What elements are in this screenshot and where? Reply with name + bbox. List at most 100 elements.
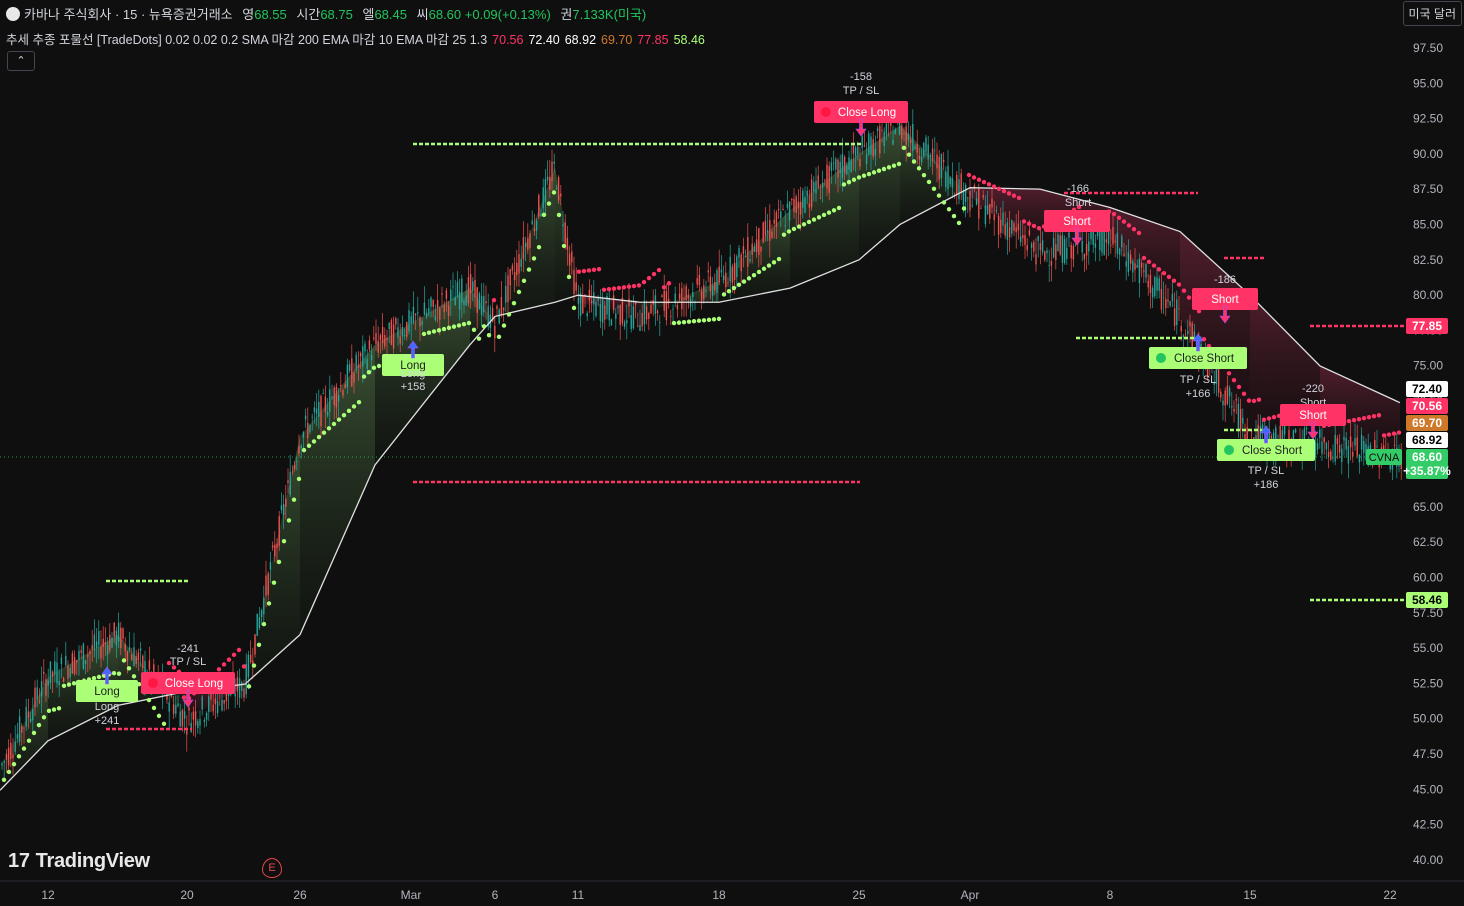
candle-body [617,306,619,309]
sar-dot [1021,219,1027,224]
candle-body [507,275,509,303]
sar-dot [271,580,277,585]
candle-body [630,314,632,330]
candle-body [1083,253,1086,260]
price-badge: 72.40 [1412,382,1442,396]
candle-body [540,213,542,217]
candle-body [641,312,643,327]
candle-body [502,307,505,311]
candle-body [654,295,657,314]
candle-body [579,293,582,316]
candle-body [872,139,874,157]
candle-body [7,747,10,766]
candle-body [214,698,217,705]
indicator-value-5: 77.85 [637,33,669,47]
candle-body [357,364,360,368]
symbol-title[interactable]: 카바나 주식회사 · 15 · 뉴욕증권거래소 [24,7,233,22]
candle-body [344,384,346,389]
sar-dot [1006,191,1012,196]
indicator-value-6: 58.46 [673,33,705,47]
earnings-icon[interactable]: E [262,858,282,878]
signal-annotation: -158 [850,71,872,83]
candle-body [931,148,934,162]
indicator-legend[interactable]: 추세 추종 포물선 [TradeDots] 0.02 0.02 0.2 SMA … [6,29,705,48]
sar-dot [1036,226,1042,231]
sar-dot [1226,371,1232,376]
candle-body [27,711,30,718]
candle-body [533,228,536,232]
candle-body [744,256,747,258]
candle-body [399,336,401,344]
sar-dot [921,172,927,178]
candle-body [287,480,289,483]
candle-body [703,285,705,300]
price-chart[interactable]: 97.50 95.00 92.50 90.00 87.50 85.00 82.50 80.00… [0,0,1464,906]
candle-body [1112,226,1114,245]
candle-body [1116,232,1119,254]
candle-body [12,754,14,759]
candle-body [1114,240,1116,242]
sar-dot [831,208,837,213]
candle-body [843,156,846,173]
candle-body [991,198,993,208]
sar-dot [511,300,517,306]
candle-body [478,293,481,310]
sar-dot [421,331,427,337]
candle-body [291,471,294,473]
candle-body [337,395,340,402]
candle-body [1327,451,1330,457]
candle-body [518,254,520,274]
candle-body [89,650,91,655]
sar-dot [6,769,12,775]
candle-body [258,617,261,628]
low-value: 68.45 [374,7,407,22]
candle-body [892,139,894,145]
candle-body [1138,258,1141,284]
candle-body [863,145,866,147]
y-axis-tick: 90.00 [1413,147,1443,161]
sar-dot [931,186,937,191]
candle-body [1189,321,1191,327]
candle-body [582,295,584,314]
candle-body [1085,244,1088,256]
currency-button[interactable]: 미국 달러 [1402,1,1462,26]
sar-dot [1181,288,1187,293]
candle-body [474,279,476,298]
candle-body [903,132,905,135]
candle-body [1356,437,1358,456]
sar-dot [586,268,592,273]
sar-dot [746,276,752,281]
sar-dot [1171,278,1177,283]
sar-dot [981,179,987,185]
candle-body [113,622,115,637]
candle-body [615,313,617,319]
candle-body [698,274,701,286]
collapse-legend-button[interactable]: ⌃ [7,51,35,71]
candle-body [881,129,883,131]
sar-dot [286,518,292,523]
symbol-logo-icon [6,7,20,21]
sar-dot [806,219,812,225]
candle-body [762,222,764,243]
y-axis-tick: 40.00 [1413,853,1443,867]
candle-body [441,293,443,295]
candle-body [821,182,824,188]
candle-body [1393,444,1396,446]
candle-body [531,220,533,225]
sar-dot [1356,416,1362,422]
sar-dot [691,319,697,324]
candle-body [241,682,243,691]
candle-body [54,661,56,675]
candle-body [1147,280,1149,288]
sar-dot [1016,195,1022,201]
candle-body [1220,391,1222,398]
sar-dot [221,662,227,667]
candle-body [1323,437,1325,443]
candle-body [595,301,597,317]
indicator-name[interactable]: 추세 추종 포물선 [TradeDots] 0.02 0.02 0.2 SMA … [6,33,487,47]
sar-dot [656,267,662,273]
sar-dot [731,285,737,291]
candle-body [56,662,58,684]
candle-body [181,710,184,727]
symbol-tag: CVNA [1369,452,1400,464]
